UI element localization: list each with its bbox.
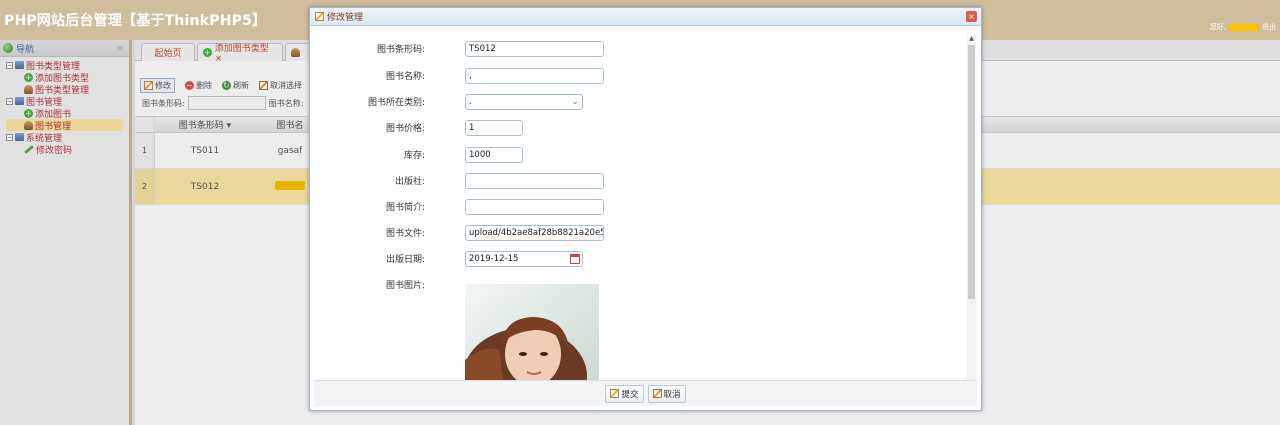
greeting-text: 您好, [1209,23,1226,31]
pubdate-value: 2019-12-15 [469,254,519,264]
price-label: 图书价格: [385,124,425,134]
file-field[interactable]: upload/4b2ae8af28b8821a20e530 [465,225,604,241]
barcode-label: 图书条形码: [376,45,425,55]
category-label: 图书所在类别: [367,98,425,108]
intro-label: 图书简介: [385,203,425,213]
book-image-preview [465,284,599,381]
file-label: 图书文件: [385,229,425,239]
calendar-icon[interactable] [570,254,580,264]
submit-label: 提交 [621,389,639,400]
pubdate-field[interactable]: 2019-12-15 [465,251,583,267]
cancel-label: 取消 [663,389,681,400]
price-field[interactable]: 1 [465,120,523,136]
stock-label: 库存: [403,151,425,161]
edit-icon [610,389,620,398]
scroll-up-icon[interactable]: ▲ [967,34,976,43]
user-greeting: 您好, 退出 [1210,22,1276,32]
username-redacted [1229,23,1259,31]
intro-field[interactable] [465,199,604,215]
scroll-thumb[interactable] [968,45,975,299]
dialog-title: 修改管理 [327,13,364,23]
dialog-titlebar: 修改管理 [310,8,981,26]
chevron-down-icon[interactable]: ⌄ [570,97,580,107]
pubdate-label: 出版日期: [385,255,425,265]
dialog-scrollbar[interactable]: ▲ ▼ [967,34,976,398]
logout-link[interactable]: 退出 [1262,22,1276,32]
category-value: . [469,97,472,107]
edit-icon [315,12,324,21]
barcode-field[interactable]: TS012 [465,41,604,57]
category-select[interactable]: . ⌄ [465,94,583,110]
close-icon[interactable]: × [966,11,977,22]
book-name-field[interactable]: , [465,68,604,84]
image-label: 图书图片: [385,281,425,291]
submit-button[interactable]: 提交 [605,384,644,403]
book-name-label: 图书名称: [385,72,425,82]
cancel-button[interactable]: 取消 [647,384,686,403]
dialog-form: 图书条形码: TS012 图书名称: , 图书所在类别: . ⌄ 图书价格: 1… [310,27,981,381]
publisher-field[interactable] [465,173,604,189]
app-title: PHP网站后台管理【基于ThinkPHP5】 [4,13,267,29]
stock-field[interactable]: 1000 [465,147,523,163]
dialog-footer: 提交 取消 [314,380,977,406]
edit-dialog: 修改管理 × 图书条形码: TS012 图书名称: , 图书所在类别: . ⌄ … [309,7,982,411]
undo-icon [652,389,662,398]
publisher-label: 出版社: [394,177,425,187]
